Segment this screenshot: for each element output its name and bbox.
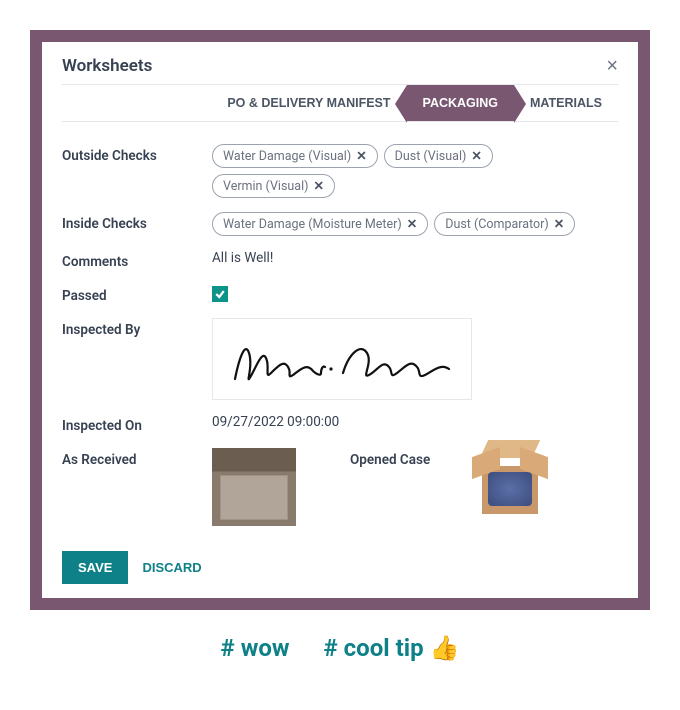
hashtag-cool-tip: # cool tip 👍 xyxy=(324,634,460,662)
as-received-label: As Received xyxy=(62,448,212,468)
remove-icon[interactable]: ✕ xyxy=(554,216,564,232)
remove-icon[interactable]: ✕ xyxy=(471,148,481,164)
modal-title: Worksheets xyxy=(62,56,152,76)
opened-case-image[interactable] xyxy=(470,448,550,526)
chip-label: Vermin (Visual) xyxy=(223,179,309,194)
signature-field[interactable] xyxy=(212,318,472,400)
chip-label: Dust (Visual) xyxy=(395,149,467,164)
pallet-icon xyxy=(212,448,296,526)
chip-label: Dust (Comparator) xyxy=(445,217,549,232)
tab-packaging[interactable]: PACKAGING xyxy=(407,85,514,121)
close-icon: × xyxy=(606,55,618,77)
chip-vermin-visual[interactable]: Vermin (Visual) ✕ xyxy=(212,174,335,198)
comments-value[interactable]: All is Well! xyxy=(212,250,618,266)
chip-label: Water Damage (Moisture Meter) xyxy=(223,217,402,232)
chip-water-damage-visual[interactable]: Water Damage (Visual) ✕ xyxy=(212,144,378,168)
opened-case-label: Opened Case xyxy=(350,448,470,468)
chip-label: Water Damage (Visual) xyxy=(223,149,351,164)
chip-water-damage-moisture[interactable]: Water Damage (Moisture Meter) ✕ xyxy=(212,212,428,236)
outside-checks-chips: Water Damage (Visual) ✕ Dust (Visual) ✕ … xyxy=(212,144,618,198)
signature-icon xyxy=(227,329,457,389)
inspected-on-label: Inspected On xyxy=(62,414,212,434)
comments-label: Comments xyxy=(62,250,212,270)
thumbs-up-icon: 👍 xyxy=(430,634,460,662)
chip-dust-comparator[interactable]: Dust (Comparator) ✕ xyxy=(434,212,575,236)
discard-button[interactable]: DISCARD xyxy=(142,560,201,575)
outside-checks-label: Outside Checks xyxy=(62,144,212,164)
hashtag-wow: # wow xyxy=(221,634,290,662)
close-button[interactable]: × xyxy=(606,56,618,76)
tab-materials[interactable]: MATERIALS xyxy=(514,85,618,121)
chip-dust-visual[interactable]: Dust (Visual) ✕ xyxy=(384,144,493,168)
check-icon xyxy=(214,288,226,300)
inside-checks-chips: Water Damage (Moisture Meter) ✕ Dust (Co… xyxy=(212,212,618,236)
save-button[interactable]: SAVE xyxy=(62,551,128,584)
inside-checks-label: Inside Checks xyxy=(62,212,212,232)
box-contents-icon xyxy=(488,472,532,506)
tab-po-delivery-manifest[interactable]: PO & DELIVERY MANIFEST xyxy=(211,85,406,121)
as-received-image[interactable] xyxy=(212,448,296,526)
hashtags: # wow # cool tip 👍 xyxy=(0,634,680,662)
inspected-by-label: Inspected By xyxy=(62,318,212,338)
passed-checkbox[interactable] xyxy=(212,286,228,302)
inspected-on-value[interactable]: 09/27/2022 09:00:00 xyxy=(212,414,618,430)
tabs: PO & DELIVERY MANIFEST PACKAGING MATERIA… xyxy=(62,84,618,122)
passed-label: Passed xyxy=(62,284,212,304)
remove-icon[interactable]: ✕ xyxy=(314,178,324,194)
remove-icon[interactable]: ✕ xyxy=(356,148,366,164)
remove-icon[interactable]: ✕ xyxy=(407,216,417,232)
